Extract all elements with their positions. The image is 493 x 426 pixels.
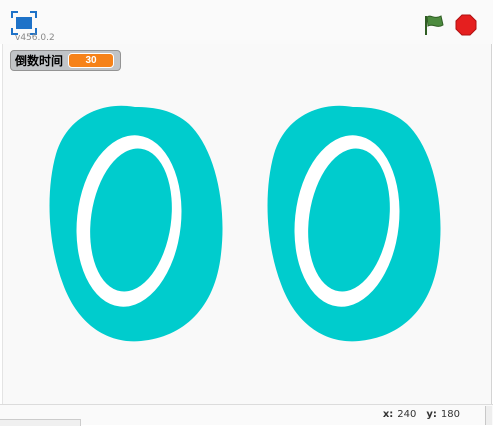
- variable-monitor-value: 30: [68, 53, 115, 68]
- x-coordinate-value: 240: [397, 409, 417, 420]
- stop-sign-icon: [455, 14, 477, 36]
- x-coordinate-label: x:: [382, 409, 394, 420]
- y-coordinate-value: 180: [440, 409, 460, 420]
- mouse-coordinates: x: 240 y: 180: [383, 409, 466, 420]
- digit-zero-right: [267, 105, 441, 342]
- green-flag-icon: [425, 15, 444, 35]
- green-flag-button[interactable]: [422, 13, 446, 37]
- variable-monitor[interactable]: 倒数时间 30: [10, 50, 122, 71]
- digit-zero-left: [49, 105, 223, 342]
- fullscreen-button[interactable]: [11, 11, 37, 35]
- variable-monitor-label: 倒数时间: [15, 54, 64, 68]
- fullscreen-icon: [11, 11, 37, 35]
- version-label: v456.0.2: [15, 33, 55, 43]
- scratch-player: v456.0.2 倒数时间 30 x: 240 y: 180: [0, 0, 493, 426]
- stop-button[interactable]: [455, 14, 477, 36]
- resize-handle[interactable]: [485, 406, 492, 425]
- stage-display-digits: [49, 105, 441, 342]
- y-coordinate-label: y:: [426, 409, 437, 420]
- stage[interactable]: 倒数时间 30: [2, 44, 492, 404]
- player-toolbar: v456.0.2: [0, 0, 493, 44]
